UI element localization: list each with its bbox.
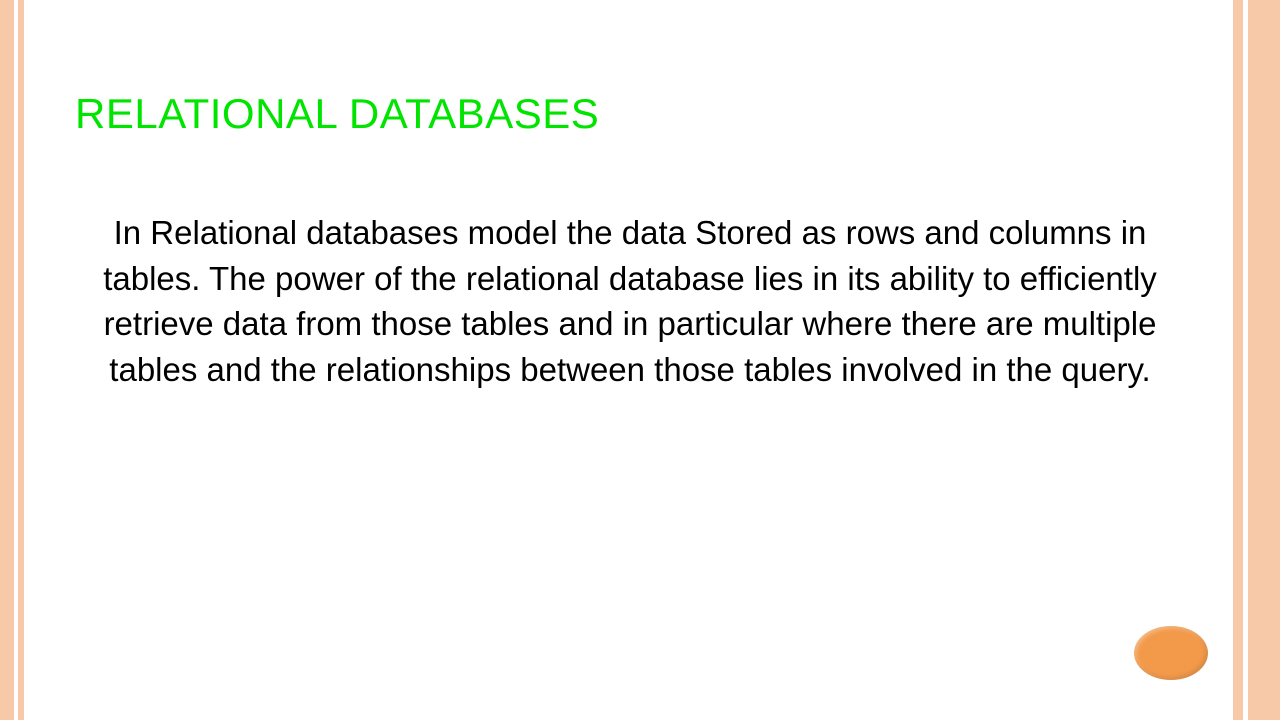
decorative-ellipse-icon (1134, 626, 1208, 680)
border-stripe-accent-right (1233, 0, 1243, 720)
border-stripe-outer-left (0, 0, 14, 720)
border-stripe-outer-right (1248, 0, 1280, 720)
border-stripe-accent-left (18, 0, 24, 720)
slide-content: RELATIONAL DATABASES In Relational datab… (75, 90, 1185, 392)
slide-title: RELATIONAL DATABASES (75, 90, 1185, 138)
slide-body-text: In Relational databases model the data S… (75, 210, 1185, 392)
border-stripe-gap-right (1243, 0, 1248, 720)
